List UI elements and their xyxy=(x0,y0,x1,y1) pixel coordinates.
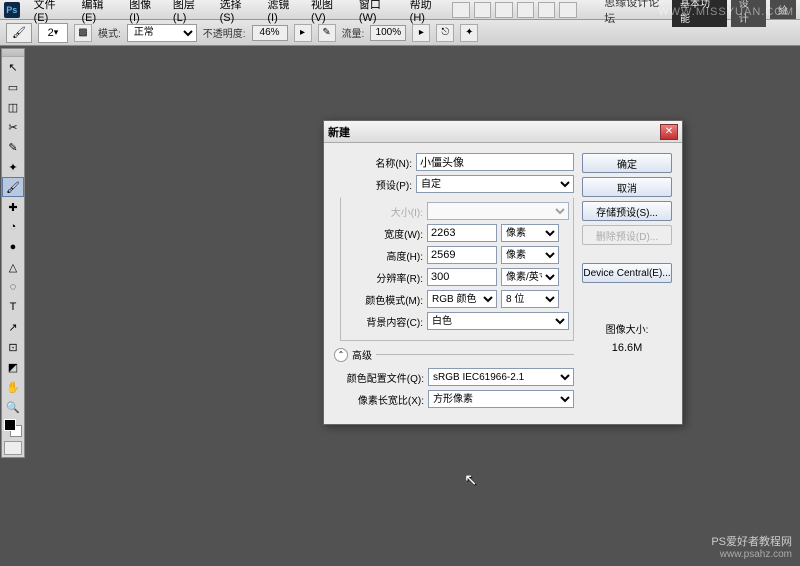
cursor-icon: ↖ xyxy=(464,470,477,490)
color-swatch[interactable] xyxy=(4,419,22,437)
3d-tool[interactable]: ◩ xyxy=(2,357,24,377)
arrange-docs-icon[interactable] xyxy=(538,2,555,18)
brush-panel-icon[interactable]: ▩ xyxy=(74,24,92,42)
background-select[interactable]: 白色 xyxy=(427,312,569,330)
name-input[interactable] xyxy=(416,153,574,171)
pen-tool[interactable]: ↗ xyxy=(2,317,24,337)
watermark-top: WWW.MISSYUAN.COM xyxy=(658,6,794,18)
image-size-value: 16.6M xyxy=(582,342,672,354)
resolution-unit-select[interactable]: 像素/英寸 xyxy=(501,268,559,286)
width-unit-select[interactable]: 像素 xyxy=(501,224,559,242)
lasso-tool[interactable]: ◫ xyxy=(2,97,24,117)
name-label: 名称(N): xyxy=(334,155,412,170)
airbrush-icon[interactable]: ⎋ xyxy=(436,24,454,42)
height-label: 高度(H): xyxy=(345,248,423,263)
history-brush-tool[interactable]: ◔ xyxy=(2,217,24,237)
close-icon[interactable]: ✕ xyxy=(660,124,678,140)
crop-tool[interactable]: ✂ xyxy=(2,117,24,137)
move-tool[interactable]: ↖ xyxy=(2,57,24,77)
toolbox: ↖ ▭ ◫ ✂ ✎ ✦ 🖌 ✚ ◔ ● △ ◌ T ↗ ⊡ ◩ ✋ 🔍 xyxy=(1,48,25,458)
menu-file[interactable]: 文件(E) xyxy=(28,0,76,24)
device-central-button[interactable]: Device Central(E)... xyxy=(582,263,672,283)
width-label: 宽度(W): xyxy=(345,226,423,241)
dialog-buttons: 确定 取消 存储预设(S)... 删除预设(D)... Device Centr… xyxy=(582,153,672,412)
dialog-fields: 名称(N): 预设(P): 自定 大小(I): 宽度(W): 像素 高度(H): xyxy=(334,153,574,412)
eraser-tool[interactable]: ● xyxy=(2,237,24,257)
zoom-level-icon[interactable] xyxy=(517,2,534,18)
mode-label: 模式: xyxy=(98,25,121,40)
dialog-titlebar[interactable]: 新建 ✕ xyxy=(324,121,682,143)
cancel-button[interactable]: 取消 xyxy=(582,177,672,197)
launch-bridge-icon[interactable] xyxy=(452,2,469,18)
color-mode-label: 颜色模式(M): xyxy=(345,292,423,307)
eyedropper-tool[interactable]: ✎ xyxy=(2,137,24,157)
view-extras-icon[interactable] xyxy=(495,2,512,18)
width-input[interactable] xyxy=(427,224,497,242)
zoom-tool[interactable]: 🔍 xyxy=(2,397,24,417)
brush-preset-picker[interactable]: 2 ▾ xyxy=(38,23,68,43)
blur-tool[interactable]: ◌ xyxy=(2,277,24,297)
bit-depth-select[interactable]: 8 位 xyxy=(501,290,559,308)
stamp-tool[interactable]: ✚ xyxy=(2,197,24,217)
brush-tool[interactable]: 🖌 xyxy=(2,177,24,197)
pixel-aspect-label: 像素长宽比(X): xyxy=(334,392,424,407)
hand-tool[interactable]: ✋ xyxy=(2,377,24,397)
opacity-flyout-icon[interactable]: ▸ xyxy=(294,24,312,42)
size-select xyxy=(427,202,569,220)
marquee-tool[interactable]: ▭ xyxy=(2,77,24,97)
app-logo: Ps xyxy=(4,2,20,18)
flow-label: 流量: xyxy=(342,25,365,40)
menu-filter[interactable]: 滤镜(I) xyxy=(261,0,305,24)
advanced-label: 高级 xyxy=(352,347,372,362)
preset-label: 预设(P): xyxy=(334,177,412,192)
toolbox-grip[interactable] xyxy=(2,49,24,57)
opacity-input[interactable] xyxy=(252,25,288,41)
resolution-label: 分辨率(R): xyxy=(345,270,423,285)
flow-flyout-icon[interactable]: ▸ xyxy=(412,24,430,42)
color-mode-select[interactable]: RGB 颜色 xyxy=(427,290,497,308)
shape-tool[interactable]: ⊡ xyxy=(2,337,24,357)
screen-mode-icon[interactable] xyxy=(559,2,576,18)
tablet-size-icon[interactable]: ✦ xyxy=(460,24,478,42)
resolution-input[interactable] xyxy=(427,268,497,286)
size-label: 大小(I): xyxy=(345,204,423,219)
height-unit-select[interactable]: 像素 xyxy=(501,246,559,264)
new-document-dialog: 新建 ✕ 名称(N): 预设(P): 自定 大小(I): 宽度(W): 像素 xyxy=(323,120,683,425)
tablet-opacity-icon[interactable]: ✎ xyxy=(318,24,336,42)
menu-layer[interactable]: 图层(L) xyxy=(167,0,214,24)
height-input[interactable] xyxy=(427,246,497,264)
menu-select[interactable]: 选择(S) xyxy=(214,0,262,24)
pixel-aspect-select[interactable]: 方形像素 xyxy=(428,390,574,408)
blend-mode-select[interactable]: 正常 xyxy=(127,24,197,42)
delete-preset-button: 删除预设(D)... xyxy=(582,225,672,245)
menu-view[interactable]: 视图(V) xyxy=(305,0,353,24)
menu-window[interactable]: 窗口(W) xyxy=(353,0,404,24)
advanced-toggle-icon[interactable]: ⌃ xyxy=(334,348,348,362)
menu-edit[interactable]: 编辑(E) xyxy=(75,0,123,24)
tool-preset-picker[interactable]: 🖌 xyxy=(6,23,32,43)
dialog-title: 新建 xyxy=(328,124,660,140)
save-preset-button[interactable]: 存储预设(S)... xyxy=(582,201,672,221)
flow-input[interactable] xyxy=(370,25,406,41)
type-tool[interactable]: T xyxy=(2,297,24,317)
menu-image[interactable]: 图像(I) xyxy=(123,0,167,24)
launch-minibridge-icon[interactable] xyxy=(474,2,491,18)
color-profile-label: 颜色配置文件(Q): xyxy=(334,370,424,385)
background-label: 背景内容(C): xyxy=(345,314,423,329)
watermark-bottom: PS爱好者教程网 www.psahz.com xyxy=(711,533,792,560)
ok-button[interactable]: 确定 xyxy=(582,153,672,173)
foreground-color[interactable] xyxy=(4,419,16,431)
preset-select[interactable]: 自定 xyxy=(416,175,574,193)
menu-help[interactable]: 帮助(H) xyxy=(404,0,452,24)
color-profile-select[interactable]: sRGB IEC61966-2.1 xyxy=(428,368,574,386)
gradient-tool[interactable]: △ xyxy=(2,257,24,277)
opacity-label: 不透明度: xyxy=(203,25,246,40)
quickmask-button[interactable] xyxy=(4,441,22,455)
image-size-label: 图像大小: xyxy=(582,321,672,336)
healing-tool[interactable]: ✦ xyxy=(2,157,24,177)
